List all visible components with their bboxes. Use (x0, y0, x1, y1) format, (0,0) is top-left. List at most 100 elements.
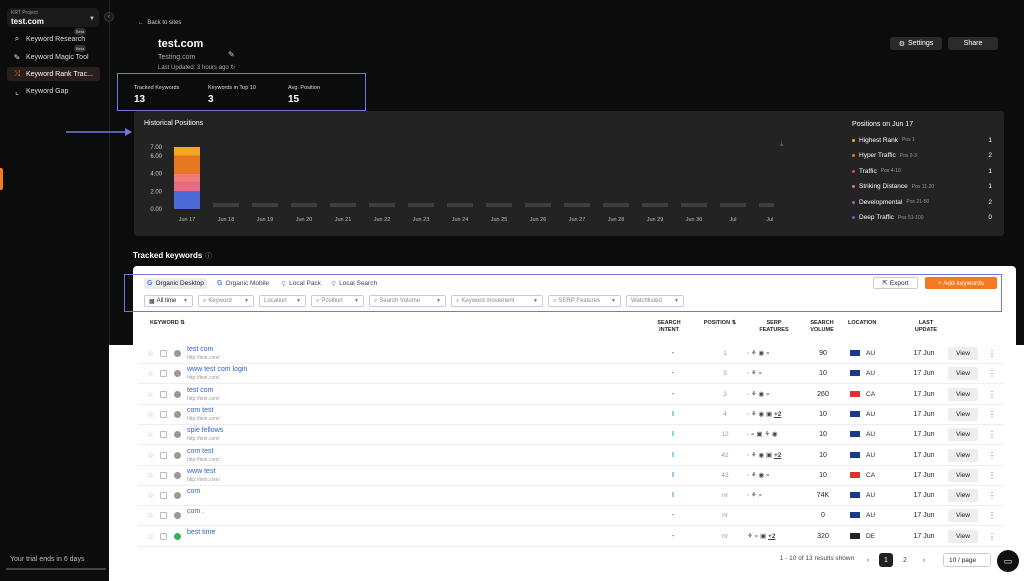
keyword-link[interactable]: com . (187, 508, 204, 515)
table-row[interactable]: ☆ www test com login http://test.com/ - 3 ⋅ ⚘… (138, 364, 1004, 385)
view-button[interactable]: View (948, 407, 978, 421)
column-header-location[interactable]: LOCATION (848, 320, 880, 327)
column-header-search-intent[interactable]: SEARCH INTENT (652, 320, 686, 334)
more-options-icon[interactable]: ⋮ (988, 430, 996, 439)
legend-item: Striking Distance Pos 11-20 1 (852, 182, 992, 192)
empty-bar (603, 203, 629, 207)
info-icon[interactable]: ⓘ (205, 251, 212, 261)
page-1-button[interactable]: 1 (879, 553, 893, 567)
row-checkbox[interactable] (160, 370, 167, 378)
view-button[interactable]: View (948, 489, 978, 503)
column-header-search-volume[interactable]: SEARCH VOLUME (806, 320, 838, 334)
per-page-select[interactable]: 10 / page (943, 553, 991, 567)
star-icon[interactable]: ☆ (147, 390, 154, 399)
row-checkbox[interactable] (160, 512, 167, 520)
country-code: CA (866, 390, 876, 398)
status-icon (174, 451, 181, 459)
star-icon[interactable]: ☆ (147, 532, 154, 541)
column-header-serp-features[interactable]: SERP FEATURES (757, 320, 791, 334)
more-options-icon[interactable]: ⋮ (988, 410, 996, 419)
row-checkbox[interactable] (160, 451, 167, 459)
table-row[interactable]: ☆ com . - nr 0 AU 17 Jun View ⋮ (138, 506, 1004, 527)
row-checkbox[interactable] (160, 390, 167, 398)
y-tick-label: 2.00 (150, 189, 162, 195)
refresh-icon[interactable]: ↻ (230, 65, 235, 71)
last-update: 17 Jun (913, 350, 935, 357)
keyword-link[interactable]: best time (187, 529, 215, 536)
star-icon[interactable]: ☆ (147, 451, 154, 460)
more-options-icon[interactable]: ⋮ (988, 451, 996, 460)
more-options-icon[interactable]: ⋮ (988, 471, 996, 480)
country-flag-icon (850, 350, 860, 356)
table-row[interactable]: ☆ com test http://test.com/I 42 ⋅ ⚘ ◉ ▣ +2 10… (138, 446, 1004, 466)
star-icon[interactable]: ☆ (147, 369, 154, 378)
prev-page-button[interactable]: ‹ (861, 553, 875, 567)
legend-item: Deep Traffic Pos 51-100 0 (852, 213, 992, 223)
chat-button[interactable]: ▭ (997, 550, 1019, 572)
serp-more-count[interactable]: +2 (774, 411, 781, 418)
serp-more-count[interactable]: +2 (768, 533, 775, 540)
legend-count: 2 (988, 198, 992, 206)
view-button[interactable]: View (948, 448, 978, 462)
serp-more-count[interactable]: +2 (774, 452, 781, 459)
table-row[interactable]: ☆ com test http://test.com/I 4 ⋅ ⚘ ◉ ▣ +2 10 A… (138, 405, 1004, 425)
more-options-icon[interactable]: ⋮ (988, 511, 996, 520)
keyword-link[interactable]: com test (187, 448, 213, 455)
star-icon[interactable]: ☆ (147, 430, 154, 439)
star-icon[interactable]: ☆ (147, 349, 154, 358)
keyword-link[interactable]: com (187, 488, 200, 495)
view-button[interactable]: View (948, 367, 978, 381)
download-icon[interactable]: ⤓ (780, 139, 784, 149)
keyword-link[interactable]: test com (187, 387, 213, 394)
view-button[interactable]: View (948, 387, 978, 401)
star-icon[interactable]: ☆ (147, 410, 154, 419)
row-checkbox[interactable] (160, 350, 167, 357)
column-header-position[interactable]: POSITION ⇅ (703, 320, 737, 327)
more-options-icon[interactable]: ⋮ (988, 491, 996, 500)
table-row[interactable]: ☆ test com http://test.com/ - 1 ⋅ ⚘ ◉ ⌕ 90 AU 1… (138, 344, 1004, 364)
table-row[interactable]: ☆ test com http://test.com/ - 3 ⋅ ⚘ ◉ ⌕ 260 CA… (138, 385, 1004, 405)
view-button[interactable]: View (948, 468, 978, 482)
star-icon[interactable]: ☆ (147, 511, 154, 520)
feedback-tab[interactable] (0, 168, 3, 190)
keyword-link[interactable]: www test com login (187, 366, 247, 373)
keyword-link[interactable]: spie fellows (187, 427, 223, 434)
more-options-icon[interactable]: ⋮ (988, 349, 996, 358)
column-header-keyword[interactable]: KEYWORD ⇅ (150, 320, 185, 327)
last-updated-text: Last Updated: 3 hours ago (158, 65, 229, 71)
row-divider (138, 545, 1004, 547)
edit-pencil-icon[interactable]: ✎ (228, 50, 235, 59)
share-button[interactable]: Share (948, 37, 998, 50)
settings-button[interactable]: ⚙ Settings (890, 37, 942, 50)
page-2-button[interactable]: 2 (898, 553, 912, 567)
row-checkbox[interactable] (160, 532, 167, 540)
more-options-icon[interactable]: ⋮ (988, 532, 996, 541)
empty-bar (486, 203, 512, 207)
column-header-last-update[interactable]: LAST UPDATE (910, 320, 942, 334)
keyword-link[interactable]: www test (187, 468, 215, 475)
view-button[interactable]: View (948, 529, 978, 543)
table-row[interactable]: ☆ best time - nr ⚘ ⌕ ▣ +2 320 DE 17 Jun View ⋮ (138, 527, 1004, 547)
country-code: DE (866, 532, 876, 540)
more-options-icon[interactable]: ⋮ (988, 390, 996, 399)
chat-icon: ▭ (1003, 555, 1013, 566)
row-checkbox[interactable] (160, 431, 167, 439)
table-row[interactable]: ☆ com Inr ⋅ ⚘ ⌕ 74K AU 17 Jun View ⋮ (138, 486, 1004, 507)
next-page-button[interactable]: › (917, 553, 931, 567)
row-checkbox[interactable] (160, 471, 167, 479)
back-to-sites-link[interactable]: ← Back to sites (138, 20, 181, 26)
keyword-link[interactable]: com test (187, 407, 213, 414)
view-button[interactable]: View (948, 509, 978, 523)
legend-dot (852, 138, 855, 142)
table-row[interactable]: ☆ spie fellows http://test.com/I 12 ⋅ ⌕ ▣ ⚘ … (138, 425, 1004, 446)
star-icon[interactable]: ☆ (147, 491, 154, 500)
more-options-icon[interactable]: ⋮ (988, 369, 996, 378)
view-button[interactable]: View (948, 347, 978, 360)
keyword-link[interactable]: test com (187, 346, 213, 353)
star-icon[interactable]: ☆ (147, 471, 154, 480)
row-checkbox[interactable] (160, 492, 167, 500)
row-checkbox[interactable] (160, 410, 167, 418)
view-button[interactable]: View (948, 428, 978, 442)
x-tick-label: Jun 29 (647, 217, 664, 223)
table-row[interactable]: ☆ www test http://test.com/I 43 ⋅ ⚘ ◉ ⌕ 10 CA… (138, 466, 1004, 486)
